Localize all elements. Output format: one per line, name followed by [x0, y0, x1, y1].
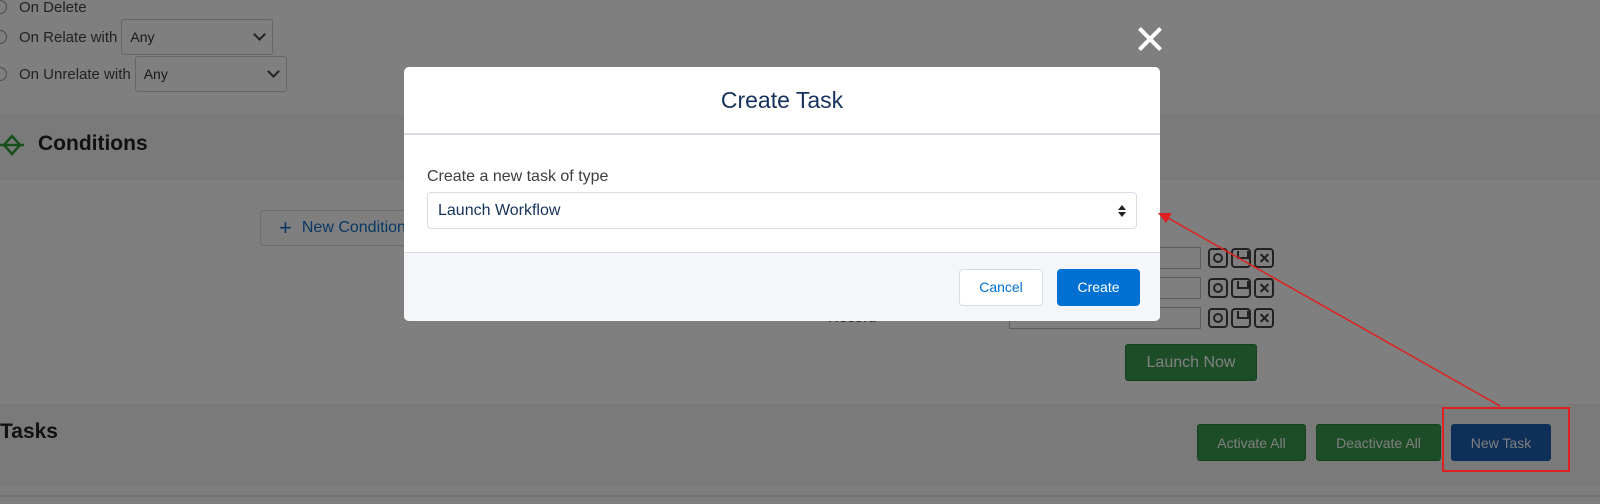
create-task-modal: Create Task Create a new task of type La… [404, 67, 1160, 321]
create-button[interactable]: Create [1057, 268, 1140, 306]
modal-footer: Cancel Create [404, 253, 1160, 321]
modal-header: Create Task [404, 67, 1160, 135]
select-updown-icon [1118, 204, 1126, 217]
annotation-highlight-box [1442, 407, 1570, 472]
modal-title: Create Task [720, 86, 844, 113]
cancel-button[interactable]: Cancel [959, 268, 1043, 306]
task-type-value: Launch Workflow [438, 201, 561, 219]
task-type-label: Create a new task of type [427, 168, 609, 185]
close-icon[interactable] [1135, 24, 1165, 54]
task-type-select[interactable]: Launch Workflow [427, 192, 1137, 229]
modal-body: Create a new task of type Launch Workflo… [404, 135, 1160, 253]
